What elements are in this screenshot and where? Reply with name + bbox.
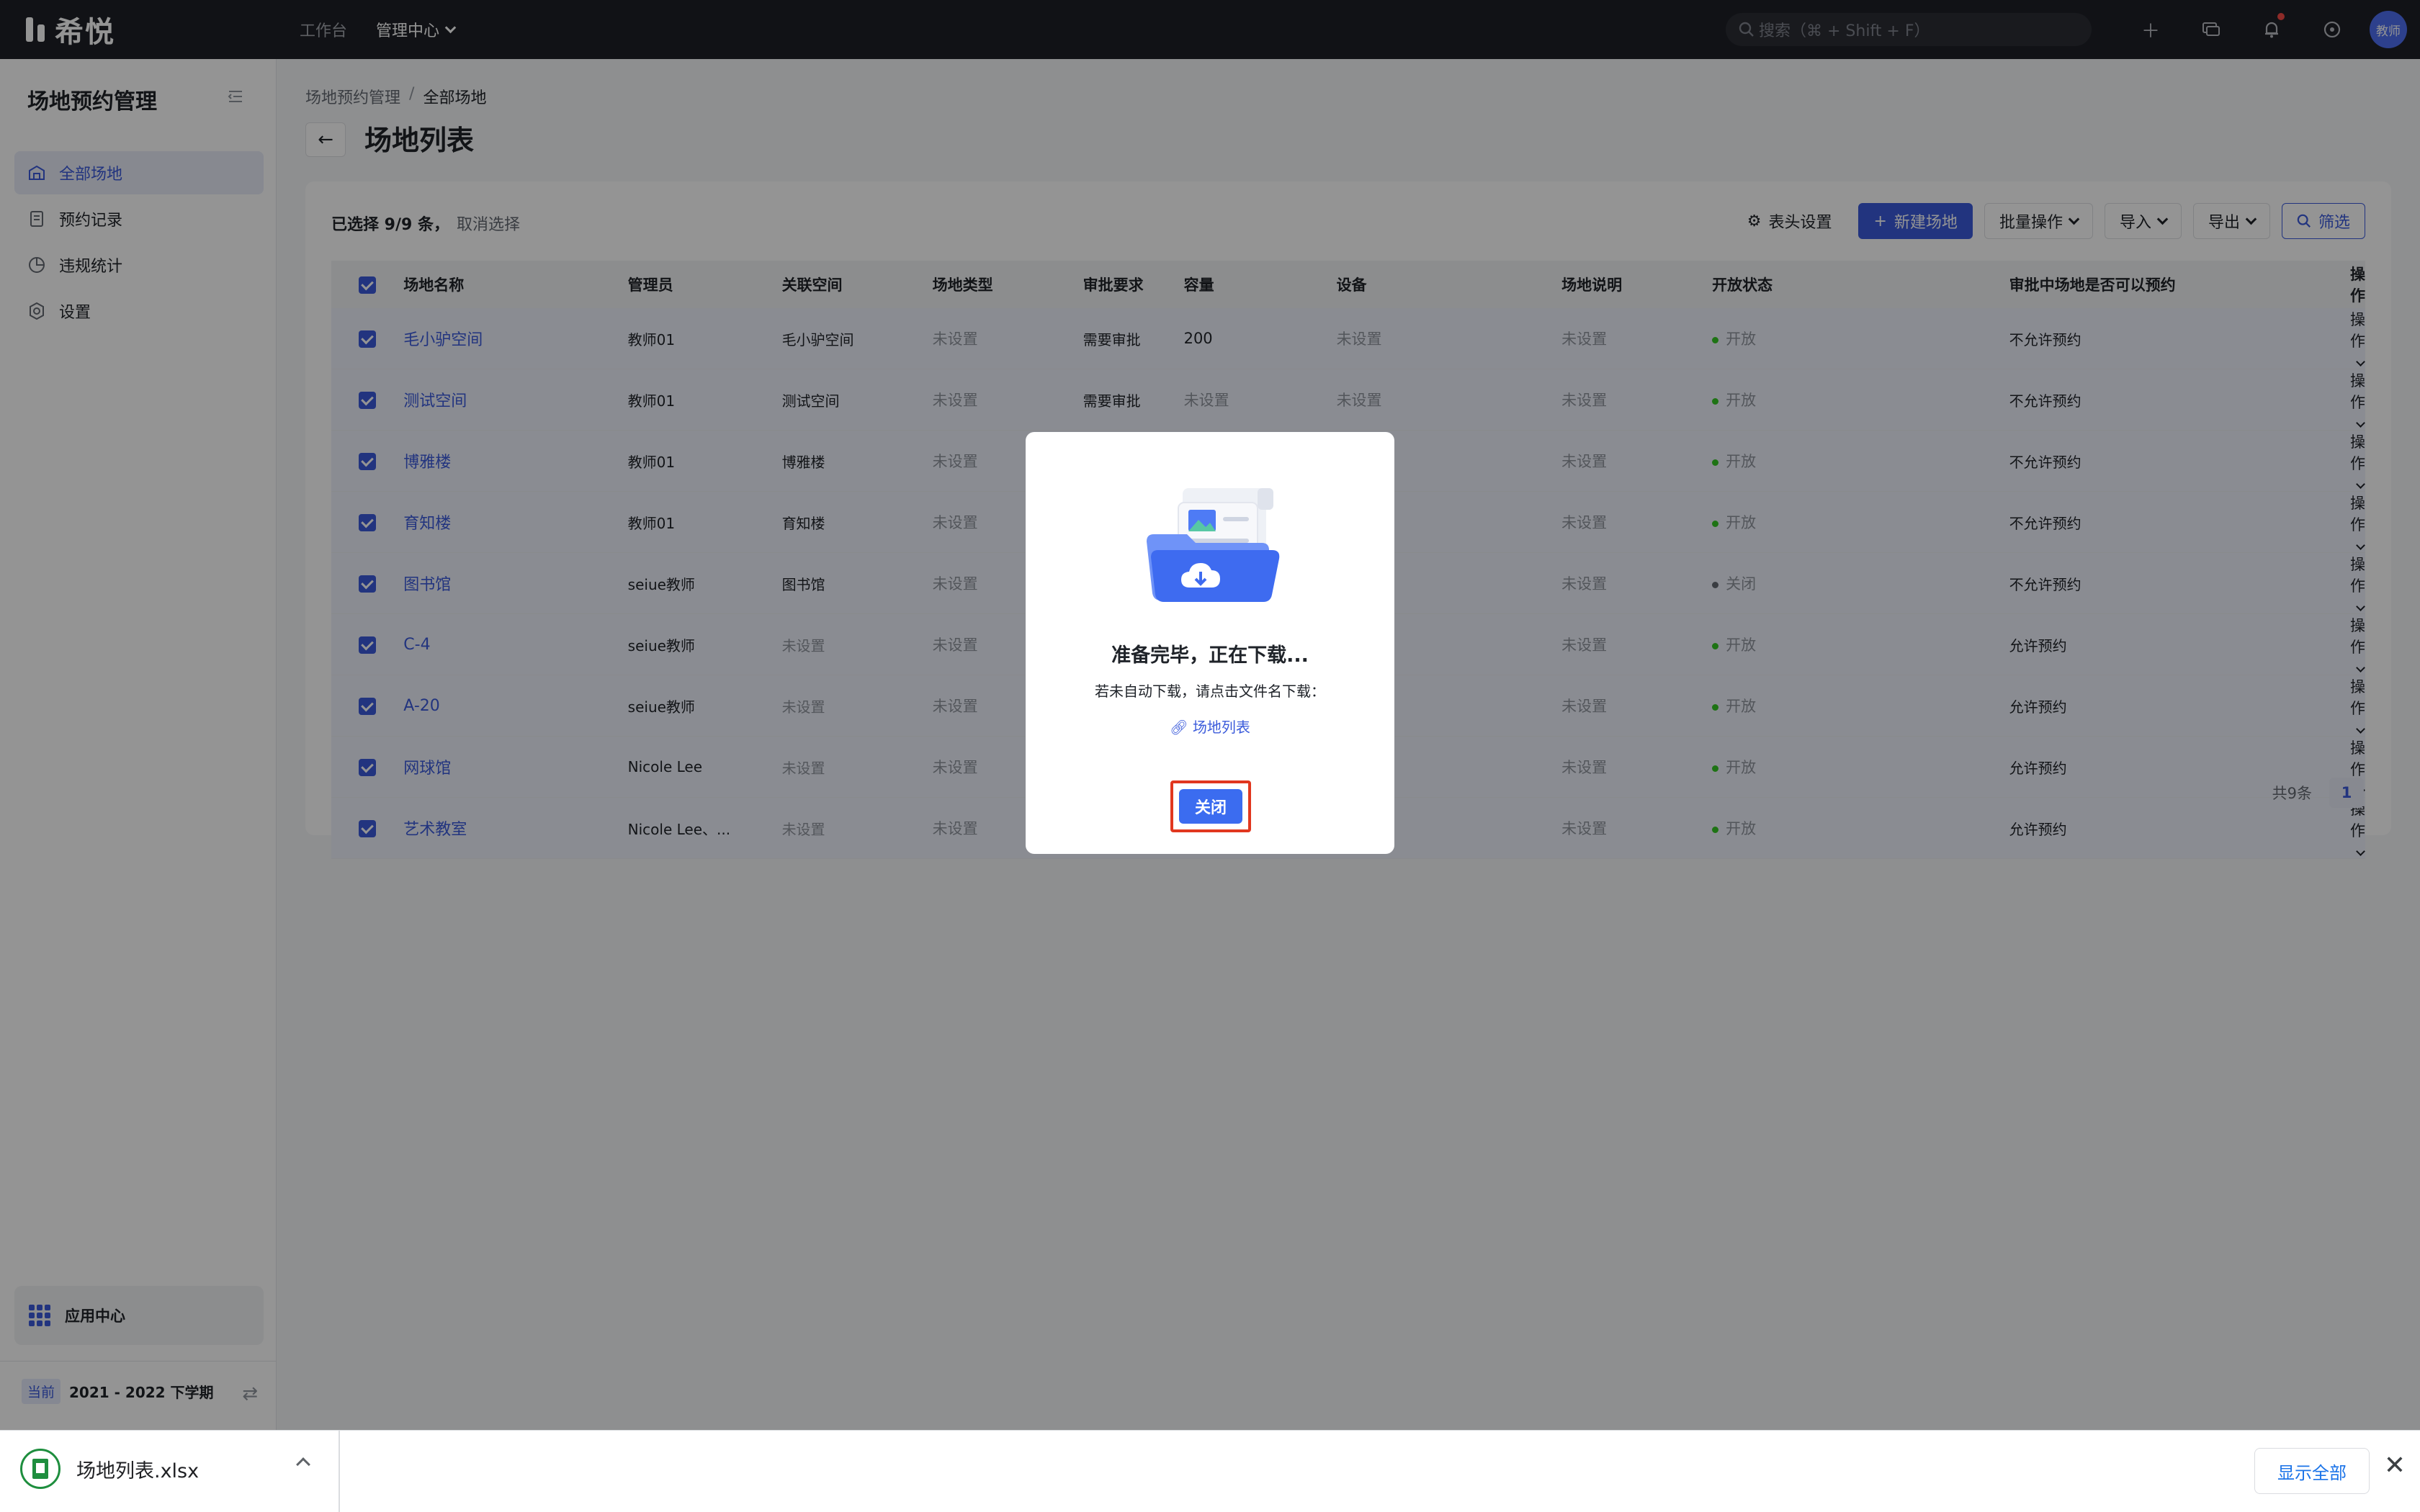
- browser-download-bar: 场地列表.xlsx 显示全部 ✕: [0, 1430, 2420, 1512]
- chevron-up-icon[interactable]: [296, 1457, 310, 1472]
- download-modal: 准备完毕，正在下载... 若未自动下载，请点击文件名下载： 🔗︎ 场地列表 关闭: [1026, 432, 1394, 854]
- close-button[interactable]: 关闭: [1179, 789, 1242, 824]
- download-file-name: 场地列表.xlsx: [76, 1459, 200, 1482]
- show-all-downloads-button[interactable]: 显示全部: [2254, 1448, 2370, 1494]
- modal-title: 准备完毕，正在下载...: [1111, 644, 1309, 667]
- download-item[interactable]: 场地列表.xlsx: [20, 1446, 199, 1491]
- paperclip-icon: 🔗︎: [1170, 719, 1193, 736]
- close-icon[interactable]: ✕: [2384, 1451, 2406, 1480]
- download-folder-illustration: [1147, 488, 1280, 602]
- excel-file-icon: [20, 1449, 60, 1489]
- download-divider: [339, 1431, 340, 1512]
- file-link-label: 场地列表: [1192, 719, 1250, 736]
- file-download-link[interactable]: 🔗︎ 场地列表: [1026, 716, 1394, 737]
- close-button-highlight: 关闭: [1170, 780, 1251, 832]
- modal-description: 若未自动下载，请点击文件名下载：: [1095, 683, 1325, 700]
